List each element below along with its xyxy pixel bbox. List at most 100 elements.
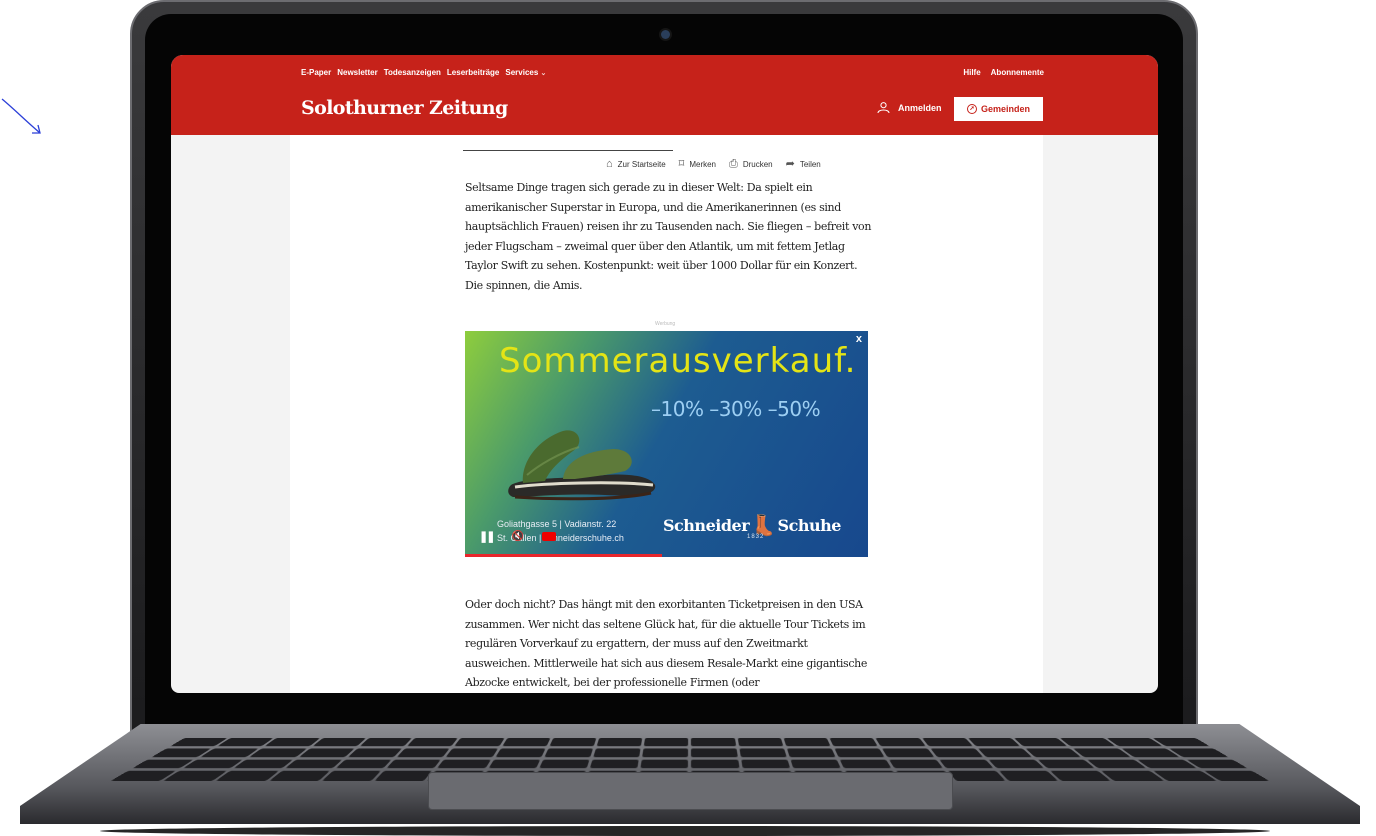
keyboard-key — [786, 748, 836, 757]
keyboard-key — [790, 759, 841, 769]
laptop-shadow — [100, 826, 1270, 836]
keyboard-key — [829, 738, 878, 746]
webcam-icon — [661, 30, 670, 39]
keyboard-key — [284, 759, 343, 769]
keyboard-key — [921, 738, 973, 746]
gemeinden-label: Gemeinden — [980, 104, 1030, 114]
keyboard-key — [882, 748, 934, 757]
compass-icon: ➚ — [966, 104, 977, 114]
nav-abonnemente[interactable]: Abonnemente — [991, 68, 1044, 77]
article-content: ⌂ Zur Startseite ⌑ Merken ⎙ Drucken ➦ Te… — [290, 135, 1043, 693]
article-toolbar: ⌂ Zur Startseite ⌑ Merken ⎙ Drucken ➦ Te… — [606, 159, 821, 170]
keyboard-key — [407, 738, 459, 746]
keyboard-key — [233, 759, 294, 769]
keyboard-key — [642, 748, 689, 757]
keyboard-key — [691, 738, 736, 746]
keyboard-key — [488, 759, 541, 769]
keyboard-key — [397, 748, 451, 757]
advertisement-banner[interactable]: x Sommerausverkauf. –10% –30% –50% Golia… — [465, 331, 868, 557]
ad-title: Sommerausverkauf. — [499, 341, 857, 381]
site-header: E-Paper Newsletter Todesanzeigen Leserbe… — [171, 55, 1158, 135]
keyboard-key — [265, 738, 320, 746]
share-icon: ➦ — [785, 158, 795, 170]
home-label: Zur Startseite — [617, 160, 666, 169]
keyboard-key — [250, 748, 307, 757]
keyboard-key — [977, 748, 1032, 757]
keyboard-key — [299, 748, 355, 757]
keyboard-key — [495, 748, 546, 757]
keyboard-key — [593, 748, 641, 757]
divider — [463, 150, 673, 151]
keyboard-key — [360, 738, 412, 746]
nav-todesanzeigen[interactable]: Todesanzeigen — [384, 68, 441, 77]
keyboard-key — [1037, 759, 1096, 769]
ad-brand-year: 1832 — [747, 534, 765, 540]
article-paragraph: Oder doch nicht? Das hängt mit den exorb… — [465, 598, 868, 690]
keyboard-key — [1025, 748, 1081, 757]
keyboard-key — [834, 748, 885, 757]
pause-icon[interactable]: ❚❚ — [479, 530, 496, 543]
keyboard-key — [999, 771, 1059, 781]
person-icon — [877, 102, 890, 113]
keyboard-key — [740, 759, 791, 769]
keyboard-key — [321, 771, 381, 781]
keyboard-key — [968, 738, 1020, 746]
ad-address-line-1: Goliathgasse 5 | Vadianstr. 22 — [497, 519, 617, 529]
nav-newsletter[interactable]: Newsletter — [337, 68, 377, 77]
mute-icon[interactable]: 🔇 — [511, 531, 523, 542]
keyboard-key — [335, 759, 392, 769]
keyboard-key — [739, 748, 787, 757]
home-icon: ⌂ — [606, 158, 613, 170]
nav-services[interactable]: Services ⌄ — [505, 68, 546, 77]
home-button[interactable]: ⌂ Zur Startseite — [606, 159, 666, 170]
ad-brand-right: Schuhe — [777, 515, 842, 535]
keyboard-key — [889, 759, 943, 769]
login-label: Anmelden — [898, 102, 942, 113]
chevron-down-icon: ⌄ — [540, 70, 547, 77]
ad-label: Werbung — [655, 321, 676, 327]
nav-epaper[interactable]: E-Paper — [301, 68, 331, 77]
keyboard-key — [596, 738, 643, 746]
share-button[interactable]: ➦ Teilen — [786, 159, 821, 170]
keyboard-key — [947, 771, 1006, 781]
browser-screen: E-Paper Newsletter Todesanzeigen Leserbe… — [171, 55, 1158, 693]
ad-close-button[interactable]: x — [856, 333, 862, 345]
keyboard-key — [1014, 738, 1068, 746]
keyboard-key — [1073, 748, 1130, 757]
nav-leserbeitraege[interactable]: Leserbeiträge — [447, 68, 499, 77]
keyboard-key — [386, 759, 442, 769]
keyboard-key — [783, 738, 831, 746]
login-link[interactable]: Anmelden — [877, 102, 942, 113]
keyboard-key — [691, 759, 740, 769]
touchpad — [428, 772, 953, 810]
keyboard-key — [988, 759, 1045, 769]
article-paragraph: Seltsame Dinge tragen sich gerade zu in … — [465, 181, 872, 292]
bookmark-button[interactable]: ⌑ Merken — [679, 159, 716, 170]
keyboard-key — [269, 771, 330, 781]
keyboard-key — [216, 771, 279, 781]
keyboard-key — [640, 759, 689, 769]
site-logo[interactable]: Solothurner Zeitung — [301, 97, 508, 119]
nav-hilfe[interactable]: Hilfe — [963, 68, 980, 77]
keyboard-key — [644, 738, 689, 746]
print-icon: ⎙ — [729, 158, 738, 170]
share-label: Teilen — [799, 160, 821, 169]
bookmark-label: Merken — [689, 160, 717, 169]
video-logo-icon[interactable] — [541, 532, 556, 541]
keyboard-key — [374, 771, 433, 781]
print-label: Drucken — [742, 160, 773, 169]
keyboard-key — [875, 738, 926, 746]
keyboard-key — [1086, 759, 1147, 769]
ad-progress-bar — [465, 554, 663, 557]
keyboard-key — [538, 759, 590, 769]
top-navigation: E-Paper Newsletter Todesanzeigen Leserbe… — [301, 68, 546, 77]
laptop-base — [20, 724, 1360, 824]
gemeinden-button[interactable]: ➚ Gemeinden — [954, 97, 1043, 121]
keyboard-key — [1101, 771, 1164, 781]
top-navigation-right: Hilfe Abonnemente — [963, 68, 1044, 77]
ad-brand-left: Schneider — [663, 515, 750, 535]
keyboard-key — [1050, 771, 1111, 781]
print-button[interactable]: ⎙ Drucken — [729, 159, 773, 170]
keyboard-key — [589, 759, 640, 769]
keyboard-key — [839, 759, 892, 769]
